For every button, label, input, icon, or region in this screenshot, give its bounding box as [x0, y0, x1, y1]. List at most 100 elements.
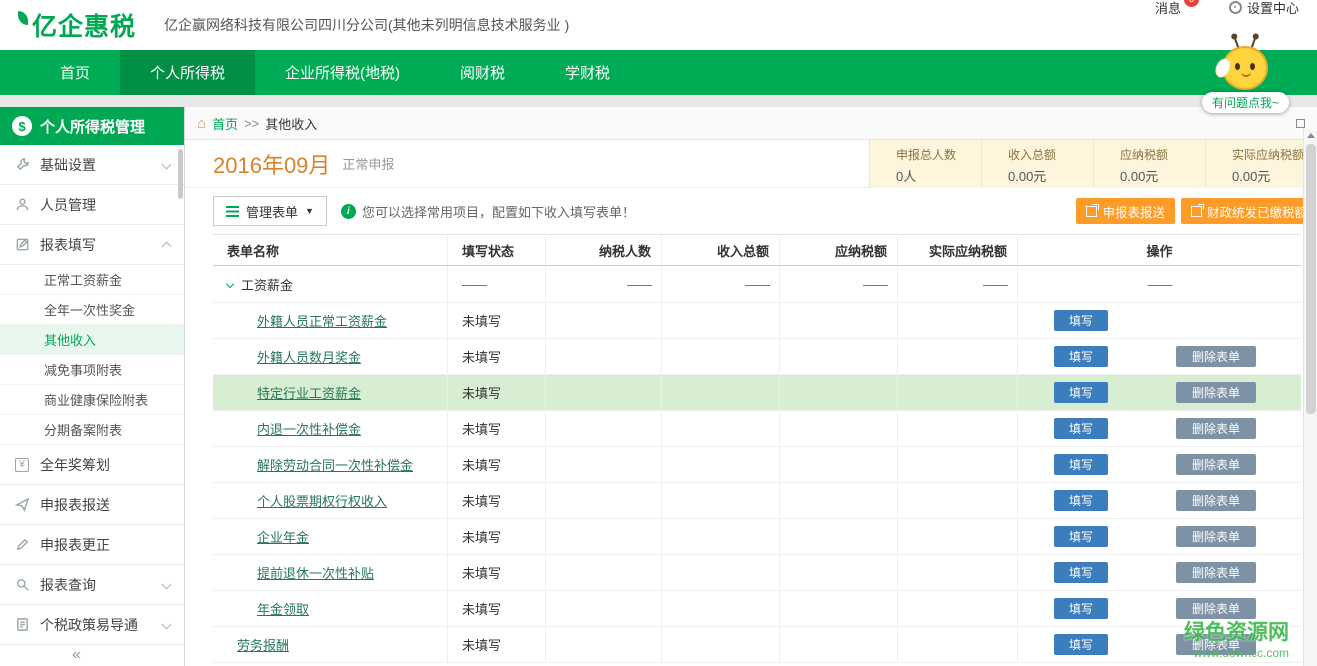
fill-button[interactable]: 填写	[1054, 346, 1108, 367]
nav-tab-learn-finance-tax[interactable]: 学财税	[535, 50, 640, 95]
form-link[interactable]: 劳务报酬	[237, 635, 289, 654]
fill-button[interactable]: 填写	[1054, 454, 1108, 475]
scroll-up-icon[interactable]	[1304, 128, 1317, 142]
delete-form-button[interactable]: 删除表单	[1176, 346, 1256, 367]
table-group-row-salary[interactable]: 工资薪金 —— —— —— —— —— ——	[213, 266, 1301, 303]
top-header: 亿企惠税 亿企赢网络科技有限公司四川分公司(其他未列明信息技术服务业 ) 消息 …	[0, 0, 1317, 50]
delete-form-button[interactable]: 删除表单	[1176, 382, 1256, 403]
form-link[interactable]: 外籍人员数月奖金	[257, 347, 361, 366]
sidebar-subitem-annual-bonus[interactable]: 全年一次性奖金	[0, 295, 184, 325]
sidebar-item-report-query[interactable]: 报表查询	[0, 565, 184, 605]
fill-status: 未填写	[448, 555, 546, 590]
sidebar-collapse-button[interactable]: «	[72, 646, 81, 664]
form-link[interactable]: 内退一次性补偿金	[257, 419, 361, 438]
col-header-operations: 操作	[1018, 235, 1301, 265]
messages-link[interactable]: 消息 0	[1155, 0, 1181, 17]
manage-forms-button[interactable]: 管理表单 ▼	[213, 196, 327, 226]
scrollbar-thumb[interactable]	[1306, 144, 1316, 414]
list-icon	[226, 206, 239, 217]
table-row: 提前退休一次性补贴 未填写 填写 删除表单	[213, 555, 1301, 591]
fill-button[interactable]: 填写	[1054, 418, 1108, 439]
fiscal-paid-tax-button[interactable]: 财政统发已缴税额	[1181, 198, 1317, 224]
sidebar-item-annual-bonus-planning[interactable]: ¥ 全年奖筹划	[0, 445, 184, 485]
send-icon	[14, 497, 30, 513]
stat-actual-tax-payable: 实际应纳税额 0.00元	[1205, 140, 1317, 188]
sidebar-item-personnel[interactable]: 人员管理	[0, 185, 184, 225]
report-filling-submenu: 正常工资薪金 全年一次性奖金 其他收入 减免事项附表 商业健康保险附表 分期备案…	[0, 265, 184, 445]
form-link[interactable]: 提前退休一次性补贴	[257, 563, 374, 582]
sidebar-subitem-normal-salary[interactable]: 正常工资薪金	[0, 265, 184, 295]
chevron-down-icon	[162, 620, 172, 630]
gear-icon	[1229, 1, 1242, 14]
home-icon: ⌂	[197, 115, 206, 132]
table-row: 劳务报酬 未填写 填写 删除表单	[213, 627, 1301, 663]
main-panel: ⌂ 首页 >> 其他收入 2016年09月 正常申报 申报总人数 0人 收入总额…	[185, 107, 1317, 666]
fill-status: 未填写	[448, 411, 546, 446]
sidebar: $ 个人所得税管理 基础设置 人员管理 报表填写 正常工资薪金 全年一次性	[0, 107, 185, 666]
sidebar-subitem-deduction-schedule[interactable]: 减免事项附表	[0, 355, 184, 385]
info-icon: i	[341, 204, 356, 219]
submit-declaration-button[interactable]: 申报表报送	[1076, 198, 1175, 224]
nav-tab-personal-income-tax[interactable]: 个人所得税	[120, 50, 255, 95]
sidebar-item-report-filling[interactable]: 报表填写	[0, 225, 184, 265]
fill-button[interactable]: 填写	[1054, 562, 1108, 583]
chevron-down-icon	[226, 280, 234, 288]
sidebar-title: $ 个人所得税管理	[0, 107, 184, 145]
group-name: 工资薪金	[241, 275, 293, 294]
form-link[interactable]: 解除劳动合同一次性补偿金	[257, 455, 413, 474]
fill-button[interactable]: 填写	[1054, 598, 1108, 619]
fill-button[interactable]: 填写	[1054, 490, 1108, 511]
person-icon	[14, 197, 30, 213]
form-link[interactable]: 外籍人员正常工资薪金	[257, 311, 387, 330]
caret-down-icon: ▼	[305, 206, 314, 216]
sidebar-subitem-installment-filing-schedule[interactable]: 分期备案附表	[0, 415, 184, 445]
fill-status: 未填写	[448, 303, 546, 338]
watermark-url: www.downcc.com	[1184, 646, 1289, 660]
breadcrumb-home-link[interactable]: 首页	[212, 114, 238, 133]
table-header: 表单名称 填写状态 纳税人数 收入总额 应纳税额 实际应纳税额 操作	[213, 235, 1301, 266]
help-mascot[interactable]: 有问题点我~	[1202, 40, 1289, 113]
nav-tab-read-finance-tax[interactable]: 阅财税	[430, 50, 535, 95]
sidebar-item-basic-settings[interactable]: 基础设置	[0, 145, 184, 185]
form-link[interactable]: 企业年金	[257, 527, 309, 546]
table-row: 个人股票期权行权收入 未填写 填写 删除表单	[213, 483, 1301, 519]
sidebar-subitem-other-income[interactable]: 其他收入	[0, 325, 184, 355]
delete-form-button[interactable]: 删除表单	[1176, 490, 1256, 511]
sidebar-subitem-health-insurance-schedule[interactable]: 商业健康保险附表	[0, 385, 184, 415]
vertical-scrollbar[interactable]	[1303, 128, 1317, 666]
period-subtitle: 正常申报	[342, 154, 394, 173]
wrench-icon	[14, 157, 30, 173]
toolbar-actions: 申报表报送 财政统发已缴税额	[1076, 198, 1317, 224]
help-bubble[interactable]: 有问题点我~	[1202, 92, 1289, 113]
sidebar-item-declaration-submit[interactable]: 申报表报送	[0, 485, 184, 525]
fill-button[interactable]: 填写	[1054, 382, 1108, 403]
table-row: 企业年金 未填写 填写 删除表单	[213, 519, 1301, 555]
fill-button[interactable]: 填写	[1054, 526, 1108, 547]
form-link[interactable]: 特定行业工资薪金	[257, 383, 361, 402]
col-header-taxpayer-count: 纳税人数	[546, 235, 662, 265]
delete-form-button[interactable]: 删除表单	[1176, 526, 1256, 547]
nav-tab-home[interactable]: 首页	[30, 50, 120, 95]
col-header-tax-payable: 应纳税额	[780, 235, 898, 265]
stat-total-income: 收入总额 0.00元	[981, 140, 1093, 188]
sidebar-item-tax-policy-guide[interactable]: 个税政策易导通	[0, 605, 184, 645]
yen-icon: ¥	[14, 457, 30, 473]
table-row: 解除劳动合同一次性补偿金 未填写 填写 删除表单	[213, 447, 1301, 483]
form-link[interactable]: 年金领取	[257, 599, 309, 618]
fill-button[interactable]: 填写	[1054, 634, 1108, 655]
col-header-form-name: 表单名称	[213, 235, 448, 265]
delete-form-button[interactable]: 删除表单	[1176, 562, 1256, 583]
export-icon	[1191, 206, 1202, 217]
nav-tab-corporate-income-tax[interactable]: 企业所得税(地税)	[255, 50, 430, 95]
delete-form-button[interactable]: 删除表单	[1176, 418, 1256, 439]
sidebar-item-declaration-correction[interactable]: 申报表更正	[0, 525, 184, 565]
delete-form-button[interactable]: 删除表单	[1176, 454, 1256, 475]
col-header-actual-tax: 实际应纳税额	[898, 235, 1018, 265]
form-link[interactable]: 个人股票期权行权收入	[257, 491, 387, 510]
summary-stats: 申报总人数 0人 收入总额 0.00元 应纳税额 0.00元 实际应纳税额 0.…	[869, 140, 1317, 188]
settings-center-link[interactable]: 设置中心	[1229, 0, 1299, 17]
bee-icon	[1219, 40, 1271, 90]
sidebar-scrollbar-thumb[interactable]	[178, 149, 183, 199]
panel-toggle-icon[interactable]	[1296, 119, 1305, 128]
fill-button[interactable]: 填写	[1054, 310, 1108, 331]
